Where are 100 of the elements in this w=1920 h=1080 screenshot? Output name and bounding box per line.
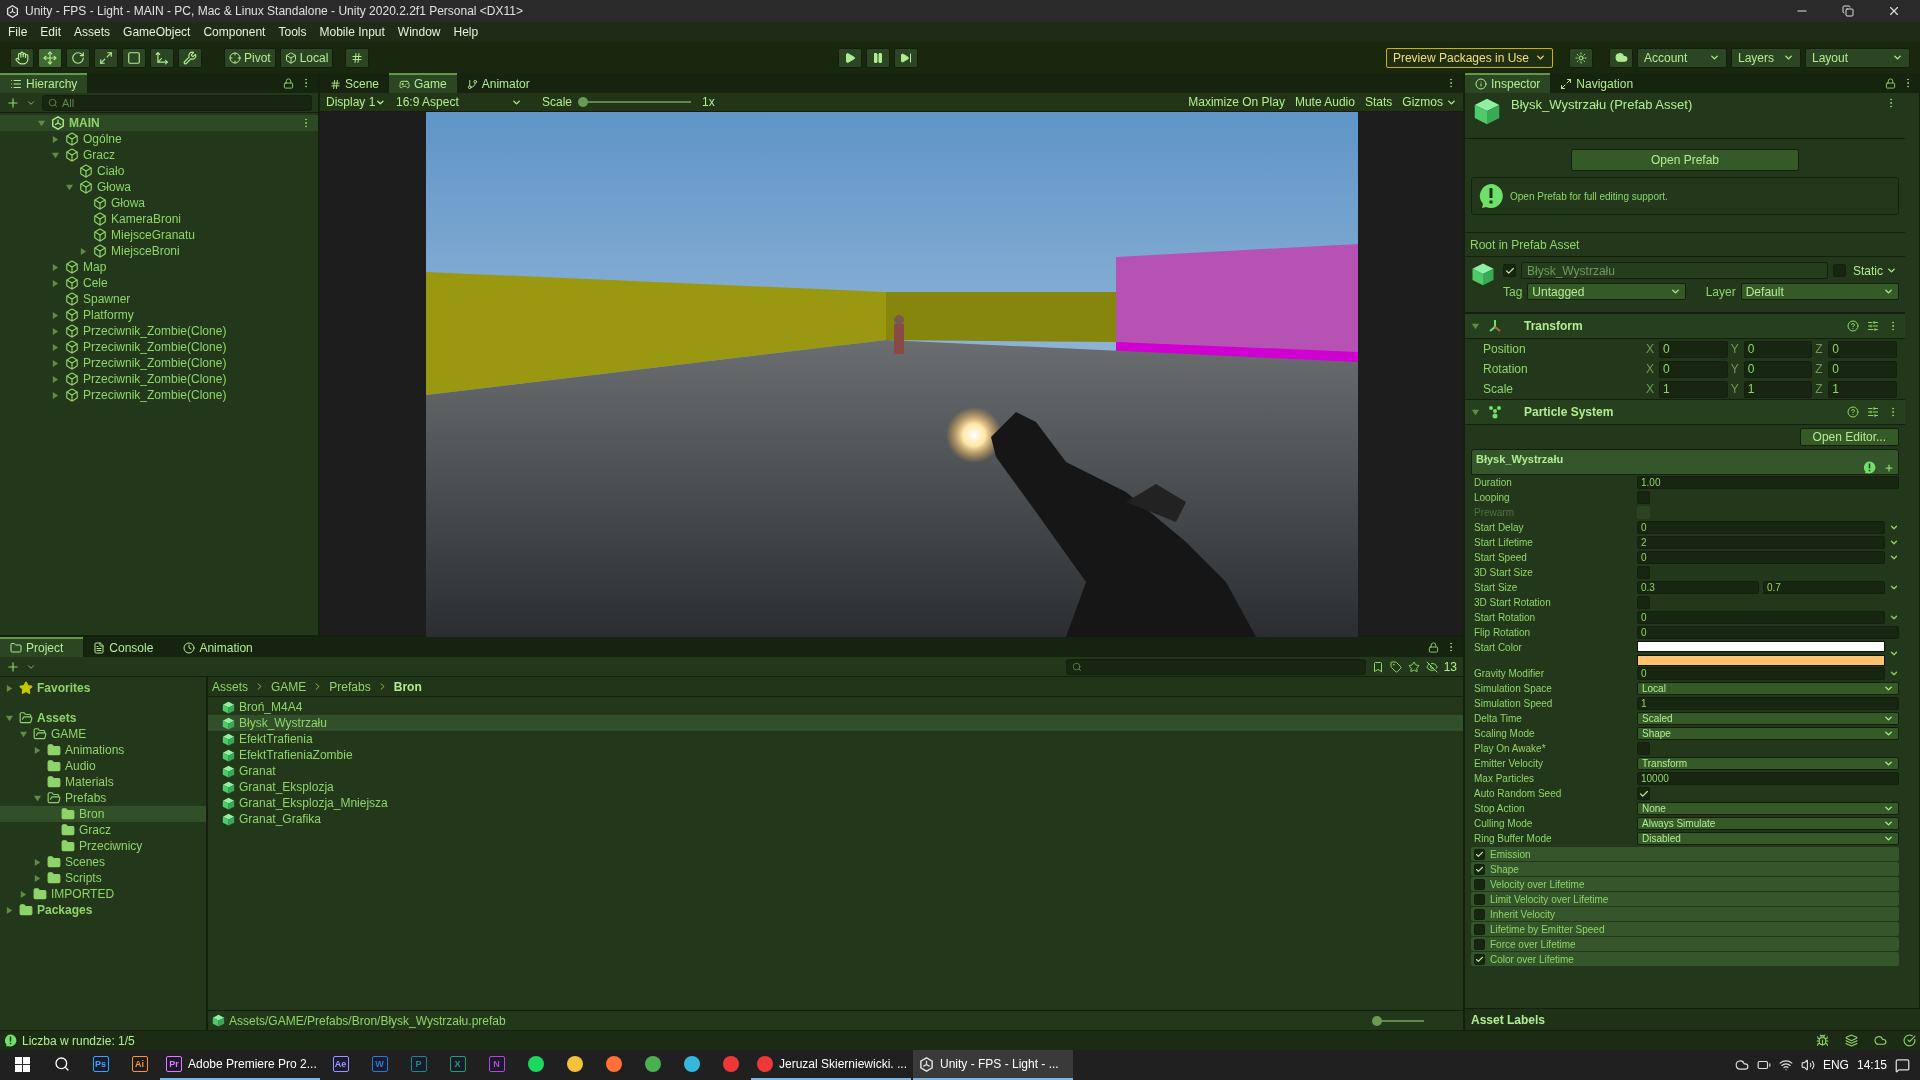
transform-tool-button[interactable] xyxy=(150,47,174,68)
hierarchy-tab[interactable]: Hierarchy xyxy=(0,73,88,93)
color-swatch[interactable] xyxy=(1637,641,1885,652)
inspector-tab[interactable]: Inspector xyxy=(1465,73,1551,93)
collapsed-arrow-icon[interactable] xyxy=(51,326,60,336)
checkbox[interactable] xyxy=(1474,878,1485,890)
checkbox[interactable] xyxy=(1474,863,1485,875)
module-row[interactable]: Velocity over Lifetime xyxy=(1471,877,1899,891)
number-field[interactable]: 1 xyxy=(1743,380,1813,398)
view-tab[interactable]: Game xyxy=(389,73,457,93)
play-button[interactable] xyxy=(837,47,862,68)
number-field[interactable]: 0.7 xyxy=(1763,581,1885,594)
checkbox[interactable] xyxy=(1637,787,1650,800)
display-dropdown[interactable]: Display 1 xyxy=(324,94,388,110)
checkbox[interactable] xyxy=(1474,953,1485,965)
pause-button[interactable] xyxy=(865,47,890,68)
number-field[interactable]: 0 xyxy=(1637,626,1899,639)
file-row[interactable]: EfektTrafieniaZombie xyxy=(208,747,1463,763)
number-field[interactable]: 0 xyxy=(1637,611,1885,624)
add-icon[interactable] xyxy=(6,659,20,674)
number-field[interactable]: 1 xyxy=(1659,380,1728,398)
color-swatch[interactable] xyxy=(1637,655,1885,666)
checkbox[interactable] xyxy=(1474,908,1485,920)
lock-icon[interactable] xyxy=(283,77,294,89)
collapsed-arrow-icon[interactable] xyxy=(33,745,42,755)
collapsed-arrow-icon[interactable] xyxy=(51,310,60,320)
help-icon[interactable] xyxy=(1847,320,1859,332)
file-row[interactable]: Granat_Eksplozja xyxy=(208,779,1463,795)
collapsed-arrow-icon[interactable] xyxy=(51,262,60,272)
hierarchy-item[interactable]: Gracz xyxy=(83,148,115,162)
hierarchy-item[interactable]: Głowa xyxy=(97,180,131,194)
lock-icon[interactable] xyxy=(1428,641,1439,653)
menu-item[interactable]: Component xyxy=(203,25,266,39)
expanded-arrow-icon[interactable] xyxy=(37,118,46,128)
taskbar-item[interactable]: Jeruzal Skierniewicki. ... xyxy=(751,1050,911,1080)
hierarchy-item[interactable]: Przeciwnik_Zombie(Clone) xyxy=(83,388,227,402)
number-field[interactable]: 1 xyxy=(1637,697,1899,710)
folder-row[interactable]: Assets xyxy=(0,710,206,726)
module-row[interactable]: Shape xyxy=(1471,862,1899,876)
pivot-button[interactable]: Pivot xyxy=(224,47,276,68)
label-icon[interactable] xyxy=(1389,660,1402,673)
dropdown[interactable]: Scaled xyxy=(1637,712,1899,725)
file-row[interactable]: Granat xyxy=(208,763,1463,779)
wifi-icon[interactable] xyxy=(1778,1058,1793,1072)
checkbox[interactable] xyxy=(1637,742,1650,755)
help-icon[interactable] xyxy=(1847,406,1859,418)
custom-tool-button[interactable] xyxy=(178,47,202,68)
number-field[interactable]: 0 xyxy=(1743,340,1813,358)
hierarchy-item[interactable]: KameraBroni xyxy=(111,212,182,226)
scale-tool-button[interactable] xyxy=(94,47,118,68)
checkbox[interactable] xyxy=(1637,491,1650,504)
module-row[interactable]: Emission xyxy=(1471,847,1899,861)
game-option-button[interactable]: Mute Audio xyxy=(1292,95,1357,109)
taskbar-item[interactable]: Unity - FPS - Light - ... xyxy=(913,1050,1073,1080)
active-checkbox[interactable] xyxy=(1503,264,1516,277)
rect-tool-button[interactable] xyxy=(122,47,146,68)
presets-icon[interactable] xyxy=(1867,320,1879,332)
open-editor-button[interactable]: Open Editor... xyxy=(1799,428,1899,446)
filter-type-icon[interactable] xyxy=(1371,660,1384,673)
panel-tab[interactable]: Project xyxy=(0,637,84,657)
taskbar-item[interactable]: Ae xyxy=(322,1050,359,1080)
module-row[interactable]: Color over Lifetime xyxy=(1471,952,1899,966)
checkbox[interactable] xyxy=(1637,566,1650,579)
hidden-packages-icon[interactable] xyxy=(1425,660,1438,673)
module-row[interactable]: Limit Velocity over Lifetime xyxy=(1471,892,1899,906)
number-field[interactable]: 10000 xyxy=(1637,772,1899,785)
presets-icon[interactable] xyxy=(1867,406,1879,418)
static-dropdown[interactable]: Static xyxy=(1851,263,1899,278)
light-button[interactable] xyxy=(1569,47,1593,68)
aspect-dropdown[interactable]: 16:9 Aspect xyxy=(394,94,524,110)
dropdown[interactable]: None xyxy=(1637,802,1899,815)
menu-item[interactable]: File xyxy=(8,25,28,39)
cloud-icon[interactable] xyxy=(1874,1034,1887,1047)
volume-icon[interactable] xyxy=(1800,1058,1815,1072)
account-dropdown[interactable]: Account xyxy=(1637,47,1727,68)
hierarchy-item[interactable]: Ciało xyxy=(97,164,125,178)
taskbar-item[interactable]: P xyxy=(400,1050,437,1080)
folder-row[interactable]: GAME xyxy=(0,726,206,742)
collapsed-arrow-icon[interactable] xyxy=(33,857,42,867)
module-row[interactable]: Force over Lifetime xyxy=(1471,937,1899,951)
hierarchy-item[interactable]: Przeciwnik_Zombie(Clone) xyxy=(83,372,227,386)
number-field[interactable]: 2 xyxy=(1637,536,1885,549)
menu-item[interactable]: Window xyxy=(397,25,441,39)
view-tab[interactable]: Animator xyxy=(456,73,540,93)
check-icon[interactable] xyxy=(1903,1034,1916,1047)
hierarchy-item[interactable]: MiejsceBroni xyxy=(111,244,180,258)
menu-item[interactable]: Help xyxy=(453,25,479,39)
open-prefab-button[interactable]: Open Prefab xyxy=(1571,149,1799,171)
number-field[interactable]: 0 xyxy=(1828,340,1897,358)
dropdown[interactable]: Always Simulate xyxy=(1637,817,1899,830)
number-field[interactable]: 1 xyxy=(1828,380,1897,398)
number-field[interactable]: 0 xyxy=(1637,521,1885,534)
number-field[interactable]: 0 xyxy=(1659,340,1728,358)
expanded-arrow-icon[interactable] xyxy=(5,713,14,723)
menu-item[interactable]: Assets xyxy=(74,25,111,39)
module-row[interactable]: Lifetime by Emitter Speed xyxy=(1471,922,1899,936)
breadcrumb-item[interactable]: Prefabs xyxy=(329,679,371,694)
number-field[interactable]: 0 xyxy=(1637,667,1885,680)
collapsed-arrow-icon[interactable] xyxy=(51,358,60,368)
menu-item[interactable]: Edit xyxy=(40,25,62,39)
